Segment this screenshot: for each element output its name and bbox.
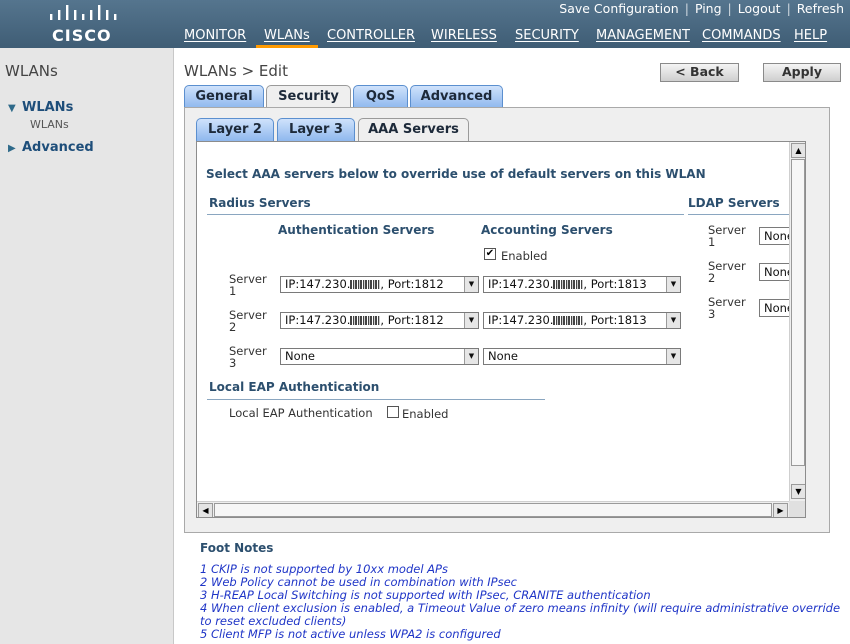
dropdown-arrow-icon: ▼ — [666, 313, 680, 328]
ping-link[interactable]: Ping — [695, 1, 722, 16]
dropdown-arrow-icon: ▼ — [464, 313, 478, 328]
auth-server3-select[interactable]: None ▼ — [280, 348, 479, 365]
vertical-scrollbar[interactable]: ▲ ▼ — [789, 142, 805, 501]
utility-links: Save Configuration | Ping | Logout | Refresh — [559, 1, 844, 16]
tab-general[interactable]: General — [184, 85, 264, 108]
tab-advanced[interactable]: Advanced — [410, 85, 503, 108]
ldap-server3-label: Server 3 — [708, 295, 746, 321]
sidebar-title: WLANs — [5, 62, 58, 80]
radius-divider — [207, 214, 684, 215]
footnote-line: 5 Client MFP is not active unless WPA2 i… — [200, 627, 501, 641]
tab-security[interactable]: Security — [266, 85, 351, 109]
footnotes-title: Foot Notes — [200, 541, 274, 555]
redacted-ip-mask — [553, 316, 584, 325]
footnote-line: 2 Web Policy cannot be used in combinati… — [200, 575, 517, 589]
back-button[interactable]: < Back — [660, 63, 739, 82]
acct-server3-select[interactable]: None ▼ — [483, 348, 681, 365]
sidebar-item-label: Advanced — [22, 140, 94, 155]
accounting-servers-header: Accounting Servers — [481, 223, 613, 237]
radius-servers-title: Radius Servers — [209, 196, 311, 210]
dropdown-arrow-icon: ▼ — [464, 349, 478, 364]
scroll-right-arrow-icon[interactable]: ▶ — [773, 503, 788, 517]
left-sidebar: WLANs ▼ WLANs WLANs ▶ Advanced — [0, 48, 174, 644]
nav-help[interactable]: HELP — [786, 27, 835, 48]
cisco-logo: CISCO — [48, 4, 118, 45]
redacted-ip-mask — [350, 316, 381, 325]
server2-label: Server 2 — [229, 308, 267, 334]
nav-wlans[interactable]: WLANs — [256, 27, 318, 48]
nav-management[interactable]: MANAGEMENT — [588, 27, 698, 48]
scrollbar-corner — [789, 501, 805, 517]
dropdown-arrow-icon: ▼ — [464, 277, 478, 292]
local-eap-divider — [207, 399, 545, 400]
scroll-left-arrow-icon[interactable]: ◀ — [198, 503, 213, 517]
server3-label: Server 3 — [229, 344, 267, 370]
local-eap-enabled-label: Enabled — [402, 407, 449, 421]
nav-wireless[interactable]: WIRELESS — [423, 27, 505, 48]
collapsed-triangle-icon: ▶ — [8, 143, 16, 154]
nav-controller[interactable]: CONTROLLER — [319, 27, 423, 48]
local-eap-label: Local EAP Authentication — [229, 406, 373, 420]
horizontal-scrollbar[interactable]: ◀ ▶ — [197, 501, 789, 517]
ldap-divider — [688, 214, 789, 215]
footnote-line: 4 When client exclusion is enabled, a Ti… — [200, 601, 841, 615]
page-title: WLANs > Edit — [184, 62, 288, 80]
tab-layer2[interactable]: Layer 2 — [196, 118, 274, 141]
logout-link[interactable]: Logout — [738, 1, 781, 16]
save-configuration-link[interactable]: Save Configuration — [559, 1, 678, 16]
accounting-enabled-label: Enabled — [501, 249, 548, 263]
cisco-wordmark: CISCO — [52, 26, 112, 45]
scroll-down-arrow-icon[interactable]: ▼ — [791, 484, 805, 499]
auth-server2-select[interactable]: IP:147.230., Port:1812 ▼ — [280, 312, 479, 329]
tab-qos[interactable]: QoS — [353, 85, 408, 108]
apply-button[interactable]: Apply — [763, 63, 841, 82]
auth-server1-select[interactable]: IP:147.230., Port:1812 ▼ — [280, 276, 479, 293]
ldap-server1-label: Server 1 — [708, 223, 746, 249]
footnote-line: 3 H-REAP Local Switching is not supporte… — [200, 588, 651, 602]
horizontal-scroll-thumb[interactable] — [214, 503, 772, 517]
ldap-server2-label: Server 2 — [708, 259, 746, 285]
sidebar-item-advanced[interactable]: ▶ Advanced — [8, 140, 94, 155]
footnote-line: to reset excluded clients) — [200, 614, 347, 628]
vertical-scroll-thumb[interactable] — [791, 159, 805, 466]
dropdown-arrow-icon: ▼ — [666, 349, 680, 364]
acct-server1-select[interactable]: IP:147.230., Port:1813 ▼ — [483, 276, 681, 293]
tab-aaa-servers[interactable]: AAA Servers — [358, 118, 469, 142]
authentication-servers-header: Authentication Servers — [278, 223, 435, 237]
tab-layer3[interactable]: Layer 3 — [277, 118, 355, 141]
sidebar-subitem-wlans[interactable]: WLANs — [30, 118, 69, 131]
refresh-link[interactable]: Refresh — [797, 1, 844, 16]
server1-label: Server 1 — [229, 272, 267, 298]
aaa-intro-text: Select AAA servers below to override use… — [206, 167, 706, 181]
redacted-ip-mask — [350, 280, 381, 289]
nav-monitor[interactable]: MONITOR — [176, 27, 254, 48]
accounting-enabled-checkbox[interactable]: ✔ — [484, 248, 496, 260]
top-header: CISCO Save Configuration | Ping | Logout | Ref… — [0, 0, 850, 48]
ldap-servers-title: LDAP Servers — [688, 196, 780, 210]
acct-server2-select[interactable]: IP:147.230., Port:1813 ▼ — [483, 312, 681, 329]
local-eap-title: Local EAP Authentication — [209, 380, 380, 394]
scroll-up-arrow-icon[interactable]: ▲ — [791, 143, 805, 158]
dropdown-arrow-icon: ▼ — [666, 277, 680, 292]
nav-security[interactable]: SECURITY — [507, 27, 587, 48]
sidebar-item-label: WLANs — [22, 100, 74, 115]
footnote-line: 1 CKIP is not supported by 10xx model AP… — [200, 562, 448, 576]
local-eap-enabled-checkbox[interactable] — [387, 406, 399, 418]
sidebar-item-wlans[interactable]: ▼ WLANs — [8, 100, 73, 115]
expanded-triangle-icon: ▼ — [8, 103, 16, 114]
cisco-bars-icon — [50, 5, 117, 20]
redacted-ip-mask — [553, 280, 584, 289]
aaa-servers-frame: Select AAA servers below to override use… — [196, 141, 806, 518]
nav-commands[interactable]: COMMANDS — [694, 27, 789, 48]
